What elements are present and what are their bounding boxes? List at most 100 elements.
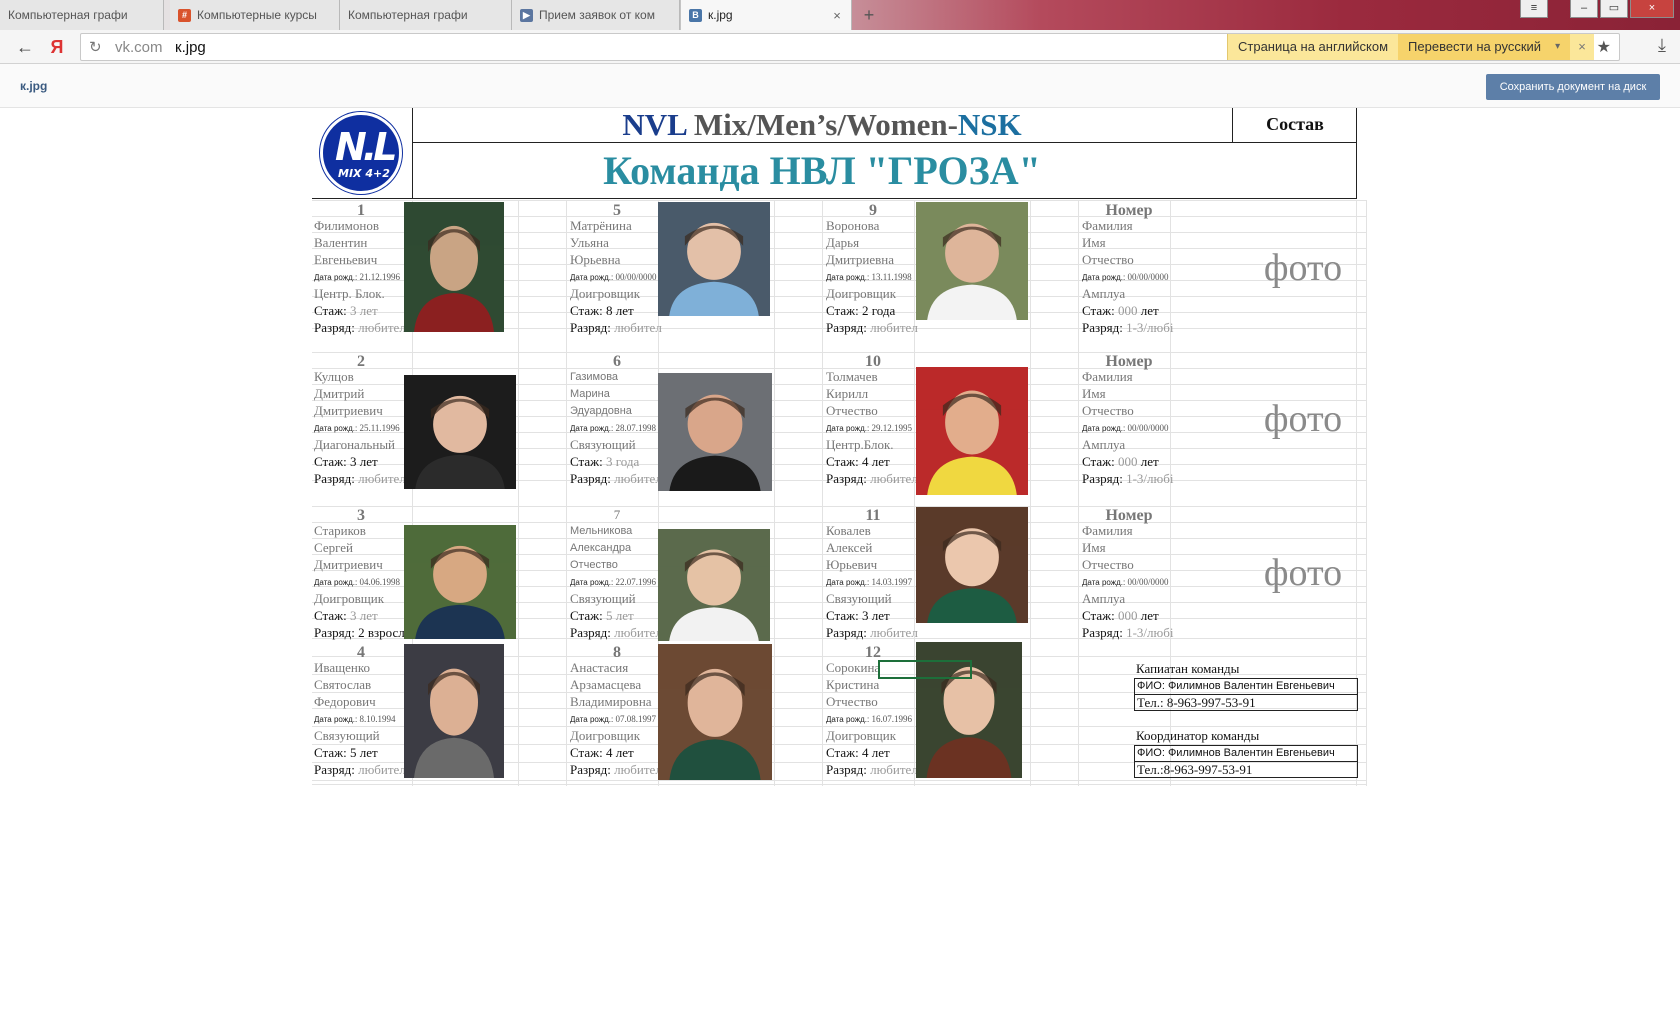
player-birth-date: Дата рожд.: 04.06.1998	[314, 574, 408, 591]
birth-date-label: Дата рожд.:	[826, 424, 870, 433]
player-rank: Разряд: любител	[570, 762, 664, 778]
experience-value: 8 лет	[605, 303, 634, 318]
title-mix: Mix/Men’s/Women-	[686, 107, 958, 142]
experience-value: 5 лет	[605, 608, 634, 623]
birth-date-value: 00/00/0000	[1127, 577, 1169, 587]
experience-value: 4 лет	[861, 454, 890, 469]
player-photo	[658, 373, 772, 491]
player-surname: Мельникова	[570, 525, 633, 537]
player-rank: Разряд: 2 взросл	[314, 625, 408, 641]
experience-label: Стаж:	[826, 303, 859, 318]
player-position: Доигровщик	[570, 286, 641, 301]
rank-label: Разряд:	[314, 625, 355, 640]
tab-4[interactable]: ▶ Прием заявок от ком	[512, 0, 680, 30]
slot-birth-date: Дата рожд.: 00/00/0000	[1082, 574, 1176, 591]
window-controls: ≡ – ▭ ×	[1520, 0, 1674, 18]
chevron-down-icon[interactable]: ▾	[1555, 34, 1560, 60]
player-photo	[916, 367, 1028, 495]
player-surname: Иващенко	[314, 660, 371, 675]
close-tab-icon[interactable]: ×	[829, 8, 845, 23]
grid-line	[774, 200, 775, 786]
birth-date-value: 29.12.1995	[871, 423, 912, 433]
save-to-disk-button[interactable]: Сохранить документ на диск	[1486, 74, 1660, 100]
player-experience: Стаж: 3 лет	[314, 608, 408, 624]
menu-icon[interactable]: ≡	[1520, 0, 1548, 18]
player-rank: Разряд: любител	[314, 762, 408, 778]
player-position: Доигровщик	[826, 728, 897, 743]
player-photo	[404, 202, 504, 332]
reload-icon[interactable]: ↻	[89, 38, 102, 56]
birth-date-label: Дата рожд.:	[314, 715, 358, 724]
coordinator-fio: ФИО: Филимнов Валентин Евгеньевич	[1134, 745, 1358, 762]
slot-position: Амплуа	[1082, 437, 1126, 452]
download-icon[interactable]: ⤓	[1658, 35, 1666, 56]
birth-date-value: 04.06.1998	[359, 577, 400, 587]
grid-line	[312, 780, 1366, 781]
player-first-name: Кристина	[826, 677, 880, 692]
rank-value: 2 взросл	[358, 625, 405, 640]
experience-label: Стаж:	[1082, 303, 1115, 318]
slot-position: Амплуа	[1082, 286, 1126, 301]
title-nvl: NVL	[622, 107, 687, 142]
experience-value: 000	[1117, 454, 1138, 469]
tab-3[interactable]: ≡ Компьютерная графи	[340, 0, 512, 30]
birth-date-label: Дата рожд.:	[826, 578, 870, 587]
grid-line	[312, 784, 1366, 785]
birth-date-label: Дата рожд.:	[1082, 424, 1126, 433]
close-window-icon[interactable]: ×	[1630, 0, 1674, 18]
address-bar[interactable]: ↻ vk.com к.jpg Страница на английском Пе…	[80, 33, 1620, 61]
slot-surname: Фамилия	[1082, 369, 1133, 384]
player-experience: Стаж: 3 года	[570, 454, 664, 470]
experience-label: Стаж:	[314, 745, 347, 760]
translate-button-label: Перевести на русский	[1408, 39, 1542, 54]
back-arrow-icon[interactable]: ←	[14, 36, 36, 58]
player-photo	[658, 529, 770, 641]
player-experience: Стаж: 4 лет	[826, 454, 920, 470]
rank-value: любител	[614, 320, 662, 335]
experience-value: 2 года	[861, 303, 896, 318]
translate-button[interactable]: Перевести на русский ▾	[1398, 34, 1571, 60]
tab-strip: ≡ Компьютерная графи # Компьютерные курс…	[0, 0, 1680, 30]
rank-value: любитель	[614, 471, 664, 486]
player-patronymic: Евгеньевич	[314, 252, 378, 267]
restore-icon[interactable]: ▭	[1600, 0, 1628, 18]
player-first-name: Сергей	[314, 540, 353, 555]
viewer-filename[interactable]: к.jpg	[20, 79, 47, 93]
tab-5-active[interactable]: В к.jpg ×	[680, 0, 852, 30]
slot-position: Амплуа	[1082, 591, 1126, 606]
rank-label: Разряд:	[570, 471, 611, 486]
slot-rank: Разряд: 1-3/любі	[1082, 625, 1176, 641]
slot-rank: Разряд: 1-3/любі	[1082, 471, 1176, 487]
rank-label: Разряд:	[1082, 471, 1123, 486]
player-surname: Воронова	[826, 218, 880, 233]
minimize-icon[interactable]: –	[1570, 0, 1598, 18]
grid-line	[1030, 200, 1031, 786]
player-photo-image	[658, 529, 770, 641]
team-title: Команда НВЛ "ГРОЗА"	[603, 148, 1041, 193]
player-photo	[404, 644, 504, 778]
experience-unit: лет	[1140, 303, 1159, 318]
new-tab-button[interactable]: +	[858, 4, 880, 26]
player-surname: Анастасия	[570, 660, 629, 675]
tab-2[interactable]: # Компьютерные курсы	[170, 0, 340, 30]
player-experience: Стаж: 3 лет	[314, 303, 408, 319]
yandex-icon[interactable]: Я	[46, 36, 68, 58]
player-first-name: Ульяна	[570, 235, 609, 250]
player-photo	[404, 525, 516, 639]
bookmark-star-icon[interactable]: ★	[1597, 37, 1611, 57]
birth-date-value: 16.07.1996	[871, 714, 912, 724]
translate-bar: Страница на английском Перевести на русс…	[1227, 34, 1595, 60]
rank-value: любитель	[614, 625, 664, 640]
vk-icon: В	[689, 8, 702, 22]
birth-date-label: Дата рожд.:	[314, 578, 358, 587]
player-photo	[658, 644, 772, 780]
birth-date-value: 8.10.1994	[359, 714, 396, 724]
player-first-name: Дарья	[826, 235, 860, 250]
tab-1[interactable]: ≡ Компьютерная графи	[0, 0, 164, 30]
player-experience: Стаж: 5 лет	[570, 608, 664, 624]
player-birth-date: Дата рожд.: 13.11.1998	[826, 269, 920, 286]
slot-experience: Стаж: 000 лет	[1082, 608, 1176, 624]
rank-value: любител	[870, 471, 918, 486]
birth-date-value: 00/00/0000	[615, 272, 657, 282]
close-translate-icon[interactable]: ×	[1570, 34, 1594, 60]
